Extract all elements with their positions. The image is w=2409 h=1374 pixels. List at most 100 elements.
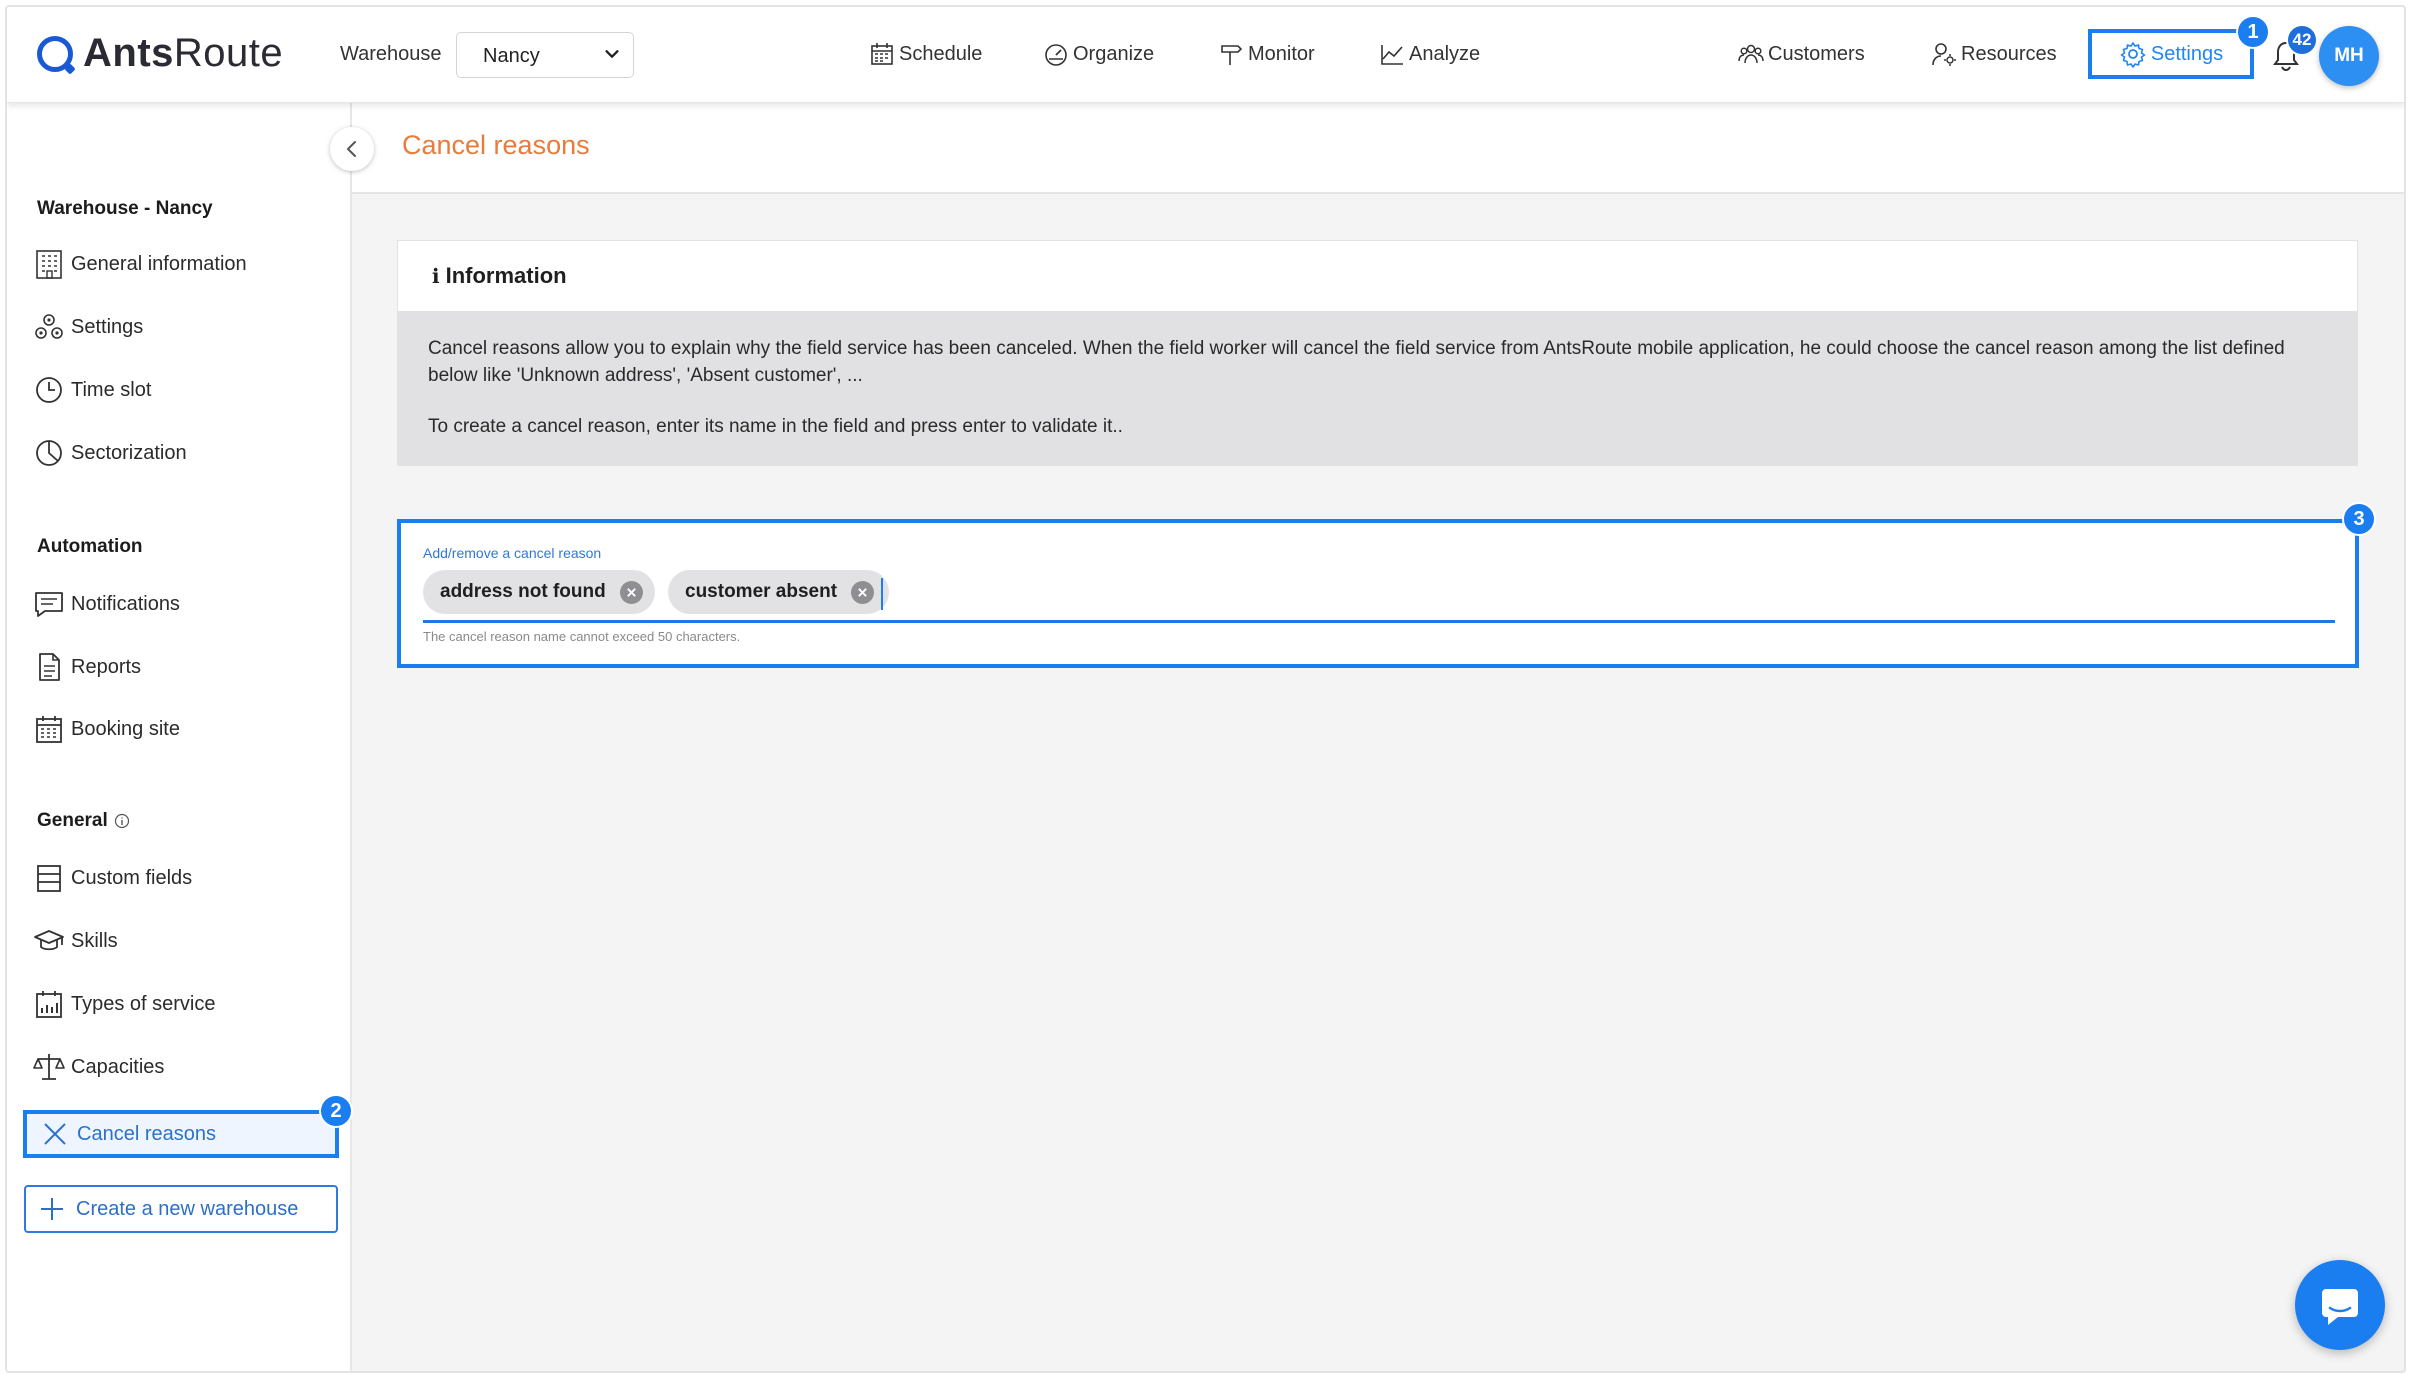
step-1-marker: 1 — [2236, 15, 2270, 49]
message-icon — [35, 592, 63, 617]
antsroute-logo[interactable]: AntsRoute — [37, 31, 283, 76]
sidebar-item-label: Cancel reasons — [77, 1122, 216, 1145]
user-avatar[interactable]: MH — [2319, 26, 2379, 86]
warehouse-select-value: Nancy — [483, 45, 540, 67]
sidebar-item-label: Types of service — [71, 992, 216, 1015]
cancel-reason-chip: address not found — [423, 570, 655, 614]
gauge-icon — [1045, 44, 1067, 66]
chevron-left-icon — [347, 141, 356, 157]
sidebar-heading-warehouse: Warehouse - Nancy — [37, 198, 213, 219]
close-icon — [44, 1123, 66, 1145]
sidebar-item-label: Capacities — [71, 1055, 165, 1078]
gear-icon — [2120, 42, 2146, 68]
sidebar-item-label: Settings — [71, 315, 144, 338]
gears-icon — [35, 314, 63, 339]
cancel-reason-input[interactable] — [881, 578, 2339, 610]
sidebar-item-time-slot[interactable]: Time slot — [33, 374, 151, 406]
document-icon — [39, 653, 60, 681]
calendar-icon — [871, 43, 893, 65]
nav-resources[interactable]: Resources — [1931, 41, 2057, 67]
info-icon: ℹ — [432, 265, 440, 288]
form-fields-icon — [37, 865, 61, 892]
nav-settings-label: Settings — [2150, 42, 2224, 65]
cancel-reason-chip-label: customer absent — [685, 581, 838, 602]
information-card: ℹ Information Cancel reasons allow you t… — [397, 240, 2358, 466]
chat-bubble-icon — [2322, 1289, 2358, 1325]
chart-icon — [1381, 45, 1403, 65]
main-content: Cancel reasons ℹ Information Cancel reas… — [352, 102, 2404, 1371]
building-icon — [36, 250, 62, 279]
nav-schedule-label: Schedule — [899, 42, 983, 65]
plus-icon — [41, 1198, 63, 1220]
information-paragraph: To create a cancel reason, enter its nam… — [428, 416, 1123, 437]
info-circle-icon[interactable] — [114, 813, 130, 829]
cancel-reason-chip: customer absent — [668, 570, 889, 614]
sidebar-item-label: Notifications — [71, 592, 180, 615]
sidebar-item-skills[interactable]: Skills — [33, 925, 118, 957]
logo-icon — [37, 35, 73, 72]
nav-organize[interactable]: Organize — [1043, 41, 1154, 67]
step-2-marker: 2 — [319, 1094, 353, 1128]
sidebar-item-label: Booking site — [71, 717, 180, 740]
sidebar-heading-automation: Automation — [37, 536, 143, 557]
remove-chip-icon[interactable] — [619, 580, 643, 604]
nav-monitor-label: Monitor — [1248, 42, 1315, 65]
sidebar-item-custom-fields[interactable]: Custom fields — [33, 862, 192, 894]
cancel-reasons-label: Add/remove a cancel reason — [423, 545, 602, 561]
cancel-reasons-field: Add/remove a cancel reason address not f… — [397, 519, 2359, 668]
cancel-reasons-hint: The cancel reason name cannot exceed 50 … — [423, 629, 741, 644]
create-warehouse-label: Create a new warehouse — [76, 1197, 299, 1220]
nav-monitor[interactable]: Monitor — [1218, 41, 1315, 67]
resources-icon — [1932, 43, 1956, 66]
logo-text: AntsRoute — [83, 31, 284, 75]
clock-icon — [36, 377, 62, 403]
sidebar-heading-general: General — [37, 810, 130, 832]
step-3-marker: 3 — [2342, 502, 2376, 536]
signpost-icon — [1221, 45, 1243, 65]
nav-resources-label: Resources — [1961, 42, 2057, 65]
information-title: Information — [445, 263, 567, 288]
sidebar-item-reports[interactable]: Reports — [33, 651, 141, 683]
information-paragraph: Cancel reasons allow you to explain why … — [428, 338, 2285, 386]
calendar-chart-icon — [36, 991, 62, 1018]
nav-schedule[interactable]: Schedule — [869, 41, 982, 67]
input-underline — [423, 620, 2335, 623]
sidebar-item-capacities[interactable]: Capacities — [33, 1051, 164, 1083]
sidebar-item-sectorization[interactable]: Sectorization — [33, 437, 187, 469]
sidebar-item-general-information[interactable]: General information — [33, 248, 247, 280]
sidebar-item-settings[interactable]: Settings — [33, 311, 143, 343]
nav-organize-label: Organize — [1073, 42, 1155, 65]
scale-icon — [33, 1054, 65, 1080]
warehouse-select[interactable]: Nancy — [456, 32, 634, 78]
nav-analyze[interactable]: Analyze — [1379, 41, 1480, 67]
sidebar-item-label: Time slot — [71, 378, 152, 401]
nav-settings[interactable]: Settings — [2088, 29, 2254, 79]
cancel-reason-chip-label: address not found — [440, 581, 606, 602]
graduation-cap-icon — [34, 930, 64, 951]
collapse-sidebar-button[interactable] — [330, 127, 374, 171]
warehouse-label: Warehouse — [340, 43, 442, 65]
top-navigation-bar: AntsRoute Warehouse Nancy Schedule Organ… — [7, 7, 2404, 103]
settings-sidebar: Warehouse - Nancy General information Se… — [7, 102, 352, 1371]
create-warehouse-button[interactable]: Create a new warehouse — [24, 1185, 338, 1233]
sidebar-item-booking-site[interactable]: Booking site — [33, 713, 180, 745]
page-header: Cancel reasons — [352, 102, 2404, 194]
app-window: AntsRoute Warehouse Nancy Schedule Organ… — [5, 5, 2406, 1373]
nav-customers[interactable]: Customers — [1738, 41, 1865, 67]
sidebar-item-label: Reports — [71, 655, 142, 678]
page-title: Cancel reasons — [402, 130, 590, 160]
chat-support-button[interactable] — [2295, 1260, 2385, 1350]
sidebar-item-notifications[interactable]: Notifications — [33, 588, 180, 620]
calendar-grid-icon — [36, 716, 62, 743]
sidebar-item-cancel-reasons[interactable]: Cancel reasons — [23, 1110, 339, 1158]
nav-analyze-label: Analyze — [1409, 42, 1481, 65]
customers-icon — [1738, 44, 1764, 64]
notification-count-badge: 42 — [2286, 24, 2318, 56]
chevron-down-icon — [605, 50, 619, 58]
sidebar-item-types-of-service[interactable]: Types of service — [33, 988, 216, 1020]
pie-chart-icon — [36, 440, 62, 466]
information-card-header: ℹ Information — [398, 241, 2357, 311]
nav-customers-label: Customers — [1768, 42, 1865, 65]
sidebar-item-label: Sectorization — [71, 441, 187, 464]
remove-chip-icon[interactable] — [851, 580, 875, 604]
